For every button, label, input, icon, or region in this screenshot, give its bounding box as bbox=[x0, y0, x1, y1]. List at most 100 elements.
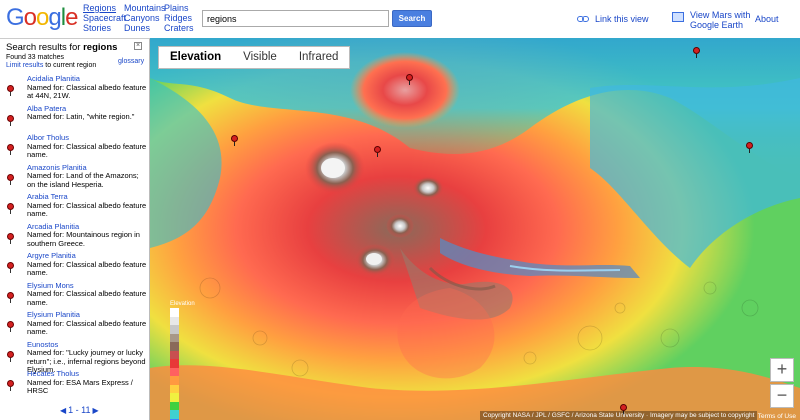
map-marker-icon bbox=[7, 262, 14, 273]
result-description: Named for: Classical albedo feature name… bbox=[27, 318, 147, 337]
legend-swatch bbox=[170, 393, 179, 402]
map-marker-icon bbox=[7, 203, 14, 214]
map-view-tabs: Elevation Visible Infrared bbox=[158, 46, 351, 69]
link-this-view-label: Link this view bbox=[595, 14, 649, 24]
legend-swatch bbox=[170, 350, 179, 359]
limit-results-link[interactable]: Limit results bbox=[6, 62, 43, 69]
map-marker[interactable] bbox=[406, 74, 413, 85]
map-marker[interactable] bbox=[693, 47, 700, 58]
elevation-map-image[interactable] bbox=[150, 38, 800, 420]
nav-dunes[interactable]: Dunes bbox=[124, 23, 166, 33]
nav-craters[interactable]: Craters bbox=[164, 23, 194, 33]
elevation-legend: Elevation bbox=[170, 301, 208, 420]
legend-swatch bbox=[170, 410, 179, 419]
results-count: Found 33 matches Limit results to curren… bbox=[6, 54, 96, 70]
map-marker-icon bbox=[7, 350, 14, 362]
next-page-icon[interactable]: ▶ bbox=[93, 406, 99, 415]
result-description: Named for: Land of the Amazons; on the i… bbox=[27, 171, 139, 189]
map-marker[interactable] bbox=[231, 135, 238, 146]
about-link[interactable]: About bbox=[755, 14, 779, 24]
legend-swatch bbox=[170, 325, 179, 334]
link-this-view[interactable]: Link this view bbox=[577, 14, 649, 24]
link-icon bbox=[577, 16, 589, 22]
google-logo[interactable]: Google bbox=[6, 4, 78, 32]
result-description: Named for: Classical albedo feature name… bbox=[27, 141, 147, 160]
nav-column-2: Mountains Canyons Dunes bbox=[124, 3, 166, 33]
nav-column-1: Regions Spacecraft Stories bbox=[83, 3, 126, 33]
result-description: Named for: Classical albedo feature at 4… bbox=[27, 82, 147, 101]
map-marker[interactable] bbox=[620, 404, 627, 415]
legend-swatch bbox=[170, 401, 179, 410]
pager: ◀ 1 - 11 ▶ bbox=[60, 405, 99, 415]
result-description: Named for: Classical albedo feature name… bbox=[27, 259, 147, 278]
map-marker-icon bbox=[7, 173, 14, 185]
tab-elevation[interactable]: Elevation bbox=[159, 47, 232, 68]
legend-swatch bbox=[170, 367, 179, 376]
earth-line-1: View Mars with bbox=[690, 10, 751, 20]
nav-regions[interactable]: Regions bbox=[83, 3, 126, 13]
result-description: Named for: Classical albedo feature name… bbox=[27, 289, 147, 307]
zoom-in-button[interactable]: + bbox=[770, 358, 794, 382]
result-item[interactable]: Amazonis Planitia Named for: Land of the … bbox=[0, 163, 148, 194]
map-marker-icon bbox=[7, 85, 14, 96]
result-description: Named for: Classical albedo feature name… bbox=[27, 200, 147, 219]
legend-color-scale bbox=[170, 308, 179, 420]
tab-visible[interactable]: Visible bbox=[232, 47, 288, 68]
glossary-link[interactable]: glossary bbox=[118, 58, 144, 65]
limit-suffix: to current region bbox=[43, 62, 97, 69]
legend-swatch bbox=[170, 376, 179, 385]
map-marker-icon bbox=[7, 114, 14, 126]
nav-mountains[interactable]: Mountains bbox=[124, 3, 166, 13]
map-marker-icon bbox=[7, 380, 14, 391]
results-title: Search results for regions bbox=[6, 42, 117, 53]
result-item[interactable]: Acidalia Planitia Named for: Classical al… bbox=[0, 74, 148, 105]
result-description: Named for: ESA Mars Express / HRSC bbox=[27, 377, 133, 396]
result-item[interactable]: Arcadia Planitia Named for: Mountainous r… bbox=[0, 222, 148, 253]
zoom-out-button[interactable]: − bbox=[770, 384, 794, 408]
legend-swatch bbox=[170, 342, 179, 351]
mars-map[interactable]: Elevation Visible Infrared Elevation + −… bbox=[150, 38, 800, 420]
map-marker-icon bbox=[7, 321, 14, 332]
map-marker-icon bbox=[7, 291, 14, 303]
result-item[interactable]: Hecates Tholus Named for: ESA Mars Expres… bbox=[0, 369, 148, 400]
header: Google Regions Spacecraft Stories Mounta… bbox=[0, 0, 800, 38]
prev-page-icon[interactable]: ◀ bbox=[60, 406, 66, 415]
map-marker[interactable] bbox=[746, 142, 753, 153]
result-item[interactable]: Elysium Mons Named for: Classical albedo … bbox=[0, 281, 148, 312]
nav-ridges[interactable]: Ridges bbox=[164, 13, 194, 23]
result-item[interactable]: Albor Tholus Named for: Classical albedo … bbox=[0, 133, 148, 164]
map-credits: Copyright NASA / JPL / GSFC / Arizona St… bbox=[480, 411, 758, 420]
result-item[interactable]: Elysium Planitia Named for: Classical alb… bbox=[0, 310, 148, 341]
terms-of-use-link[interactable]: Terms of Use bbox=[758, 413, 796, 420]
map-marker-icon bbox=[7, 144, 14, 155]
search-button[interactable]: Search bbox=[392, 10, 432, 27]
legend-swatch bbox=[170, 333, 179, 342]
view-google-earth[interactable]: View Mars with Google Earth bbox=[672, 10, 750, 30]
result-item[interactable]: Eunostos Named for: "Lucky journey or luc… bbox=[0, 340, 148, 374]
map-marker-icon bbox=[7, 232, 14, 244]
result-item[interactable]: Argyre Planitia Named for: Classical albe… bbox=[0, 251, 148, 282]
tab-infrared[interactable]: Infrared bbox=[288, 47, 350, 68]
found-count: Found 33 matches bbox=[6, 54, 64, 61]
search-input[interactable] bbox=[202, 10, 389, 27]
page-range: 1 - 11 bbox=[68, 405, 91, 415]
results-query: regions bbox=[83, 42, 118, 53]
search-results-panel: Search results for regions × Found 33 ma… bbox=[0, 38, 150, 420]
nav-stories[interactable]: Stories bbox=[83, 23, 126, 33]
google-earth-icon bbox=[672, 12, 684, 22]
nav-canyons[interactable]: Canyons bbox=[124, 13, 166, 23]
close-icon[interactable]: × bbox=[134, 42, 142, 50]
result-description: Named for: Mountainous region in souther… bbox=[27, 230, 140, 248]
result-item[interactable]: Alba Patera Named for: Latin, "white regi… bbox=[0, 104, 148, 135]
legend-swatch bbox=[170, 384, 179, 393]
map-marker[interactable] bbox=[374, 146, 381, 157]
zoom-control: + − bbox=[770, 358, 794, 408]
legend-title: Elevation bbox=[170, 301, 195, 307]
result-item[interactable]: Arabia Terra Named for: Classical albedo … bbox=[0, 192, 148, 223]
result-description: Named for: Latin, "white region." bbox=[27, 112, 135, 122]
nav-plains[interactable]: Plains bbox=[164, 3, 194, 13]
nav-column-3: Plains Ridges Craters bbox=[164, 3, 194, 33]
earth-line-2: Google Earth bbox=[690, 20, 744, 30]
nav-spacecraft[interactable]: Spacecraft bbox=[83, 13, 126, 23]
legend-swatch bbox=[170, 359, 179, 368]
